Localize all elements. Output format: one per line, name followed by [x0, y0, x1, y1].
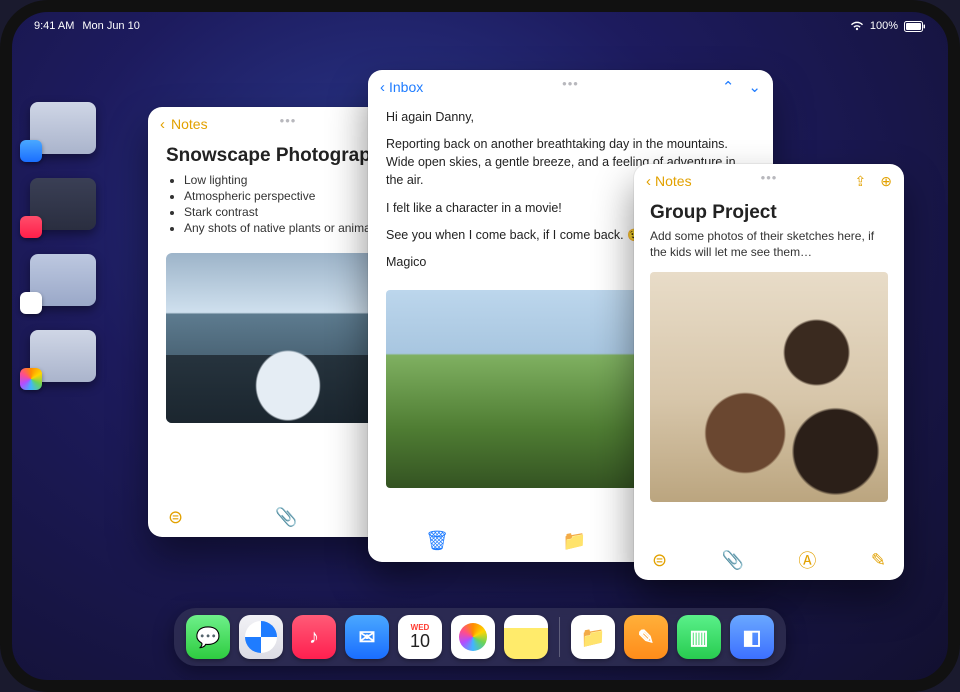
dock-numbers-icon[interactable]: ▥ — [677, 615, 721, 659]
attachment-icon[interactable]: 📎 — [275, 507, 297, 528]
calendar-day: 10 — [410, 632, 430, 650]
prev-message-icon[interactable]: ⌃ — [722, 78, 735, 96]
markup-icon[interactable]: Ⓐ — [798, 547, 816, 573]
back-button[interactable]: Notes — [171, 116, 208, 132]
archive-icon[interactable]: 📁 — [563, 529, 587, 553]
notes-toolbar: ⊜ 📎 Ⓐ ✎ — [634, 540, 904, 580]
mail-app-icon — [20, 140, 42, 162]
battery-percent: 100% — [870, 20, 898, 32]
share-icon[interactable]: ⇪ — [855, 173, 867, 190]
music-app-icon — [20, 216, 42, 238]
note-body-text: Add some photos of their sketches here, … — [634, 228, 904, 268]
next-message-icon[interactable]: ⌄ — [748, 78, 761, 96]
photos-app-icon — [20, 368, 42, 390]
dock-photos-icon[interactable] — [451, 615, 495, 659]
back-button[interactable]: Notes — [655, 173, 692, 189]
back-chevron-icon[interactable]: ‹ — [380, 79, 385, 96]
dock-files-icon[interactable]: 📁 — [571, 615, 615, 659]
dock-messages-icon[interactable]: 💬 — [186, 615, 230, 659]
dock-shortcuts-icon[interactable]: ◧ — [730, 615, 774, 659]
wifi-icon — [850, 21, 864, 31]
checklist-icon[interactable]: ⊜ — [168, 507, 183, 528]
status-time: 9:41 AM — [34, 20, 74, 32]
note-title: Group Project — [634, 198, 904, 228]
battery-icon — [904, 21, 926, 32]
status-date: Mon Jun 10 — [82, 20, 139, 32]
notes-window-group-project[interactable]: ••• ‹ Notes ⇪ ⊕ Group Project Add some p… — [634, 164, 904, 580]
window-handle-icon[interactable]: ••• — [562, 76, 579, 91]
back-chevron-icon[interactable]: ‹ — [160, 116, 165, 133]
stage-thumb-mail[interactable] — [30, 102, 96, 154]
checklist-icon[interactable]: ⊜ — [652, 550, 667, 571]
note-image — [650, 272, 888, 502]
window-handle-icon[interactable]: ••• — [761, 170, 778, 185]
dock-separator — [559, 617, 560, 657]
back-chevron-icon[interactable]: ‹ — [646, 173, 651, 190]
dock-music-icon[interactable]: ♪ — [292, 615, 336, 659]
dock-mail-icon[interactable]: ✉ — [345, 615, 389, 659]
compose-icon[interactable]: ✎ — [871, 550, 886, 571]
more-icon[interactable]: ⊕ — [880, 173, 892, 190]
ipad-frame: 9:41 AM Mon Jun 10 100% ••• — [0, 0, 960, 692]
dock-safari-icon[interactable] — [239, 615, 283, 659]
stage-thumb-photos[interactable] — [30, 330, 96, 382]
dock: 💬 ♪ ✉ WED 10 📁 ✎ ▥ ◧ — [174, 608, 786, 666]
mail-greeting: Hi again Danny, — [386, 108, 755, 126]
trash-icon[interactable]: 🗑 — [425, 529, 449, 553]
window-handle-icon[interactable]: ••• — [280, 113, 297, 128]
dock-notes-icon[interactable] — [504, 615, 548, 659]
dock-calendar-icon[interactable]: WED 10 — [398, 615, 442, 659]
back-button[interactable]: Inbox — [389, 79, 423, 95]
dock-pages-icon[interactable]: ✎ — [624, 615, 668, 659]
stage-thumb-music[interactable] — [30, 178, 96, 230]
stage-manager-strip — [30, 102, 102, 382]
files-app-icon — [20, 292, 42, 314]
status-bar: 9:41 AM Mon Jun 10 100% — [12, 18, 948, 34]
stage-thumb-files[interactable] — [30, 254, 96, 306]
attachment-icon[interactable]: 📎 — [722, 550, 744, 571]
